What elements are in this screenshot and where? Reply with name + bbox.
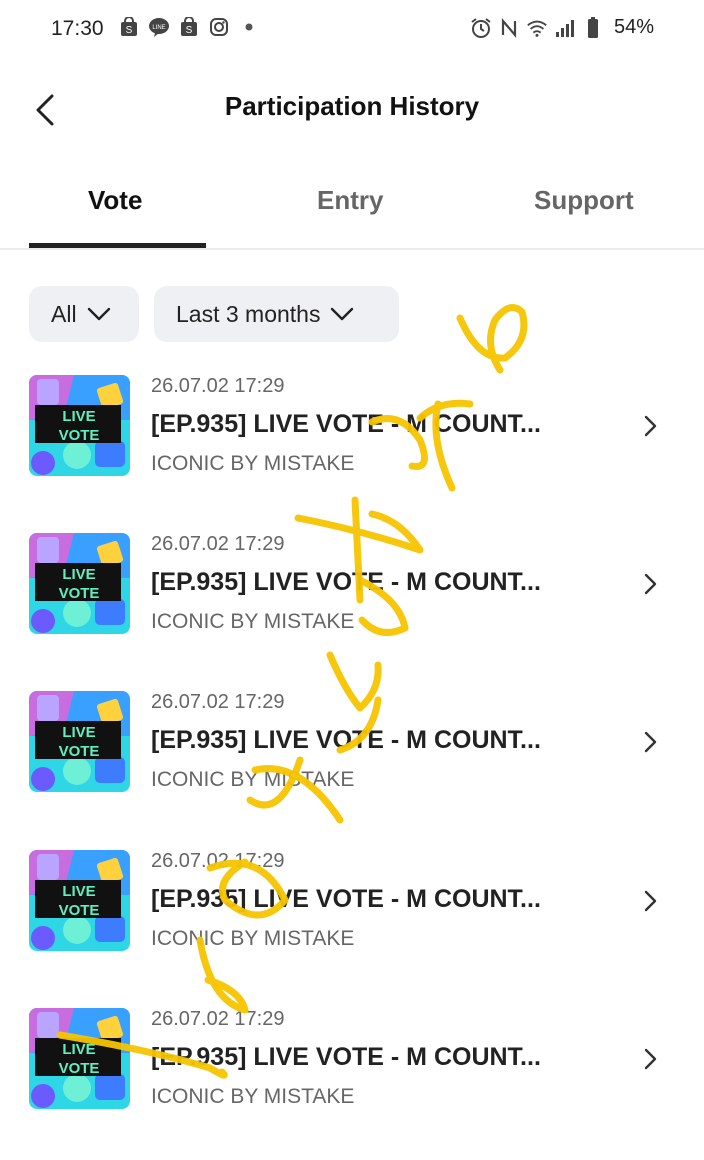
thumbnail-live-text: LIVE: [62, 1041, 95, 1058]
item-title: [EP.935] LIVE VOTE - M COUNT...: [151, 410, 541, 438]
active-tab-indicator: [29, 243, 206, 248]
signal-icon: [554, 17, 576, 39]
svg-text:LINE: LINE: [152, 25, 165, 31]
period-filter-dropdown[interactable]: Last 3 months: [154, 286, 399, 342]
type-filter-dropdown[interactable]: All: [29, 286, 139, 342]
thumbnail-vote-text: VOTE: [59, 427, 100, 444]
chevron-right-icon: [644, 1048, 657, 1070]
svg-text:S: S: [126, 25, 133, 36]
item-title: [EP.935] LIVE VOTE - M COUNT...: [151, 885, 541, 913]
chevron-down-icon: [87, 307, 110, 321]
list-item[interactable]: LIVE VOTE 26.07.02 17:29 [EP.935] LIVE V…: [0, 370, 704, 520]
item-subtitle: ICONIC BY MISTAKE: [151, 927, 355, 950]
thumbnail-live-text: LIVE: [62, 566, 95, 583]
svg-text:S: S: [186, 25, 193, 36]
battery-icon: [582, 16, 604, 39]
item-date: 26.07.02 17:29: [151, 691, 285, 713]
wifi-icon: [526, 17, 548, 39]
chevron-down-icon: [331, 307, 354, 321]
chevron-right-icon: [644, 415, 657, 437]
thumbnail-vote-text: VOTE: [59, 1060, 100, 1077]
live-vote-thumbnail: LIVE VOTE: [29, 375, 130, 476]
list-item[interactable]: LIVE VOTE 26.07.02 17:29 [EP.935] LIVE V…: [0, 845, 704, 995]
thumbnail-vote-text: VOTE: [59, 902, 100, 919]
line-icon: LINE: [148, 16, 170, 38]
live-vote-thumbnail: LIVE VOTE: [29, 691, 130, 792]
item-date: 26.07.02 17:29: [151, 375, 285, 397]
item-subtitle: ICONIC BY MISTAKE: [151, 610, 355, 633]
tab-support[interactable]: Support: [534, 185, 634, 216]
battery-percent: 54%: [613, 16, 654, 38]
thumbnail-live-text: LIVE: [62, 724, 95, 741]
item-subtitle: ICONIC BY MISTAKE: [151, 768, 355, 791]
live-vote-thumbnail: LIVE VOTE: [29, 1008, 130, 1109]
tab-entry[interactable]: Entry: [317, 185, 383, 216]
item-subtitle: ICONIC BY MISTAKE: [151, 452, 355, 475]
list-item[interactable]: LIVE VOTE 26.07.02 17:29 [EP.935] LIVE V…: [0, 1003, 704, 1153]
system-icons: 54%: [470, 16, 654, 39]
live-vote-thumbnail: LIVE VOTE: [29, 850, 130, 951]
item-date: 26.07.02 17:29: [151, 1008, 285, 1030]
nfc-icon: [498, 17, 520, 39]
live-vote-thumbnail: LIVE VOTE: [29, 533, 130, 634]
item-date: 26.07.02 17:29: [151, 850, 285, 872]
status-bar: 17:30 S LINE S 54%: [0, 0, 704, 60]
dot-icon: [238, 16, 260, 38]
item-subtitle: ICONIC BY MISTAKE: [151, 1085, 355, 1108]
thumbnail-live-text: LIVE: [62, 883, 95, 900]
thumbnail-vote-text: VOTE: [59, 743, 100, 760]
item-date: 26.07.02 17:29: [151, 533, 285, 555]
notification-icons: S LINE S: [118, 16, 260, 38]
chevron-right-icon: [644, 731, 657, 753]
shopee-icon: S: [118, 16, 140, 38]
item-title: [EP.935] LIVE VOTE - M COUNT...: [151, 1043, 541, 1071]
chevron-right-icon: [644, 890, 657, 912]
thumbnail-live-text: LIVE: [62, 408, 95, 425]
app-header: Participation History: [0, 70, 704, 146]
shopee-icon: S: [178, 16, 200, 38]
item-title: [EP.935] LIVE VOTE - M COUNT...: [151, 726, 541, 754]
status-time: 17:30: [51, 17, 104, 40]
type-filter-label: All: [51, 300, 77, 327]
chevron-right-icon: [644, 573, 657, 595]
list-item[interactable]: LIVE VOTE 26.07.02 17:29 [EP.935] LIVE V…: [0, 528, 704, 678]
thumbnail-vote-text: VOTE: [59, 585, 100, 602]
period-filter-label: Last 3 months: [176, 300, 321, 327]
tab-bar: Vote Entry Support: [0, 170, 704, 250]
item-title: [EP.935] LIVE VOTE - M COUNT...: [151, 568, 541, 596]
instagram-icon: [208, 16, 230, 38]
page-title: Participation History: [224, 91, 480, 121]
alarm-icon: [470, 17, 492, 39]
list-item[interactable]: LIVE VOTE 26.07.02 17:29 [EP.935] LIVE V…: [0, 686, 704, 836]
tab-vote[interactable]: Vote: [88, 185, 142, 216]
